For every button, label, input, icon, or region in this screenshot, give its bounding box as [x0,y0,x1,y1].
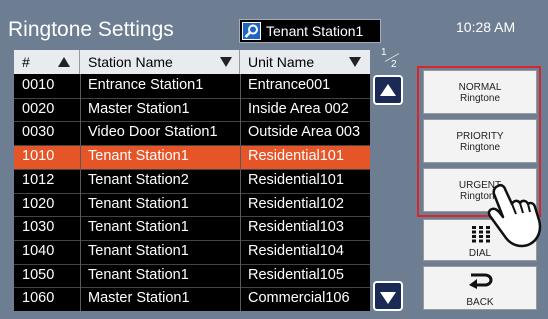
page-total: 2 [391,59,397,70]
back-button[interactable]: BACK [423,266,537,310]
table-cell-num: 1040 [22,242,55,259]
table-cell-station: Master Station1 [88,290,190,307]
table-cell-unit: Outside Area 003 [248,124,361,141]
row-divider [14,263,370,265]
search-value: Tenant Station1 [266,23,364,39]
table-row[interactable]: 0010 Entrance Station1 Entrance001 [14,74,370,98]
table-row[interactable]: 1020 Tenant Station1 Residential102 [14,193,370,217]
hand-pointer-icon [487,183,542,248]
table-row[interactable]: 1060 Master Station1 Commercial106 [14,287,370,311]
sort-descending-icon [220,57,232,67]
table-cell-station: Tenant Station1 [88,195,189,212]
table-cell-unit: Inside Area 002 [248,100,349,117]
column-divider [80,74,81,311]
table-row[interactable]: 1010 Tenant Station1 Residential101 [14,145,370,169]
table-cell-unit: Residential101 [248,148,344,165]
arrow-down-icon [380,292,396,304]
table-header: # Station Name Unit Name [14,50,370,74]
row-divider [14,121,370,123]
sort-ascending-icon [58,57,70,67]
ringtone-settings-screen: Ringtone Settings Tenant Station1 10:28 … [0,0,548,319]
table-row[interactable]: 0020 Master Station1 Inside Area 002 [14,98,370,122]
table-cell-station: Entrance Station1 [88,77,204,93]
table-row[interactable]: 1030 Tenant Station1 Residential103 [14,216,370,240]
clock: 10:28 AM [456,19,516,35]
page-title: Ringtone Settings [8,18,174,41]
table-cell-unit: Residential104 [248,242,344,259]
scroll-down-button[interactable] [373,281,403,311]
back-label: BACK [466,297,494,308]
table-cell-num: 1012 [22,171,55,188]
row-divider [14,287,370,289]
row-divider [14,239,370,241]
table-cell-num: 1020 [22,195,55,212]
table-row[interactable]: 1050 Tenant Station1 Residential105 [14,264,370,288]
column-divider [240,74,241,311]
page-current: 1 [381,47,387,58]
row-divider [14,192,370,194]
table-cell-num: 0020 [22,100,55,117]
table-cell-num: 1060 [22,290,55,307]
table-cell-unit: Residential101 [248,171,344,188]
table-row[interactable]: 1012 Tenant Station2 Residential101 [14,169,370,193]
table-cell-station: Tenant Station1 [88,219,189,236]
row-divider [14,145,370,147]
back-arrow-icon [469,273,493,289]
table-cell-num: 1030 [22,219,55,236]
table-cell-unit: Entrance001 [248,77,331,93]
table-cell-num: 1050 [22,266,55,283]
station-table: # Station Name Unit Name 0010 Entrance St… [14,50,370,311]
table-cell-station: Master Station1 [88,100,190,117]
search-field[interactable]: Tenant Station1 [239,19,381,43]
table-cell-station: Tenant Station1 [88,266,189,283]
column-header-station-name[interactable]: Station Name [80,50,240,74]
table-cell-num: 0030 [22,124,55,141]
column-header-unit-name[interactable]: Unit Name [240,50,370,74]
scroll-up-button[interactable] [373,75,403,105]
table-cell-unit: Residential102 [248,195,344,212]
table-cell-station: Video Door Station1 [88,124,218,141]
sort-descending-icon [349,57,361,67]
page-indicator: 1 2 [378,47,404,71]
table-cell-num: 1010 [22,148,55,165]
row-divider [14,168,370,170]
normal-ringtone-button[interactable]: NORMAL Ringtone [423,70,537,114]
row-divider [14,216,370,218]
table-cell-station: Tenant Station1 [88,148,189,165]
column-header-number[interactable]: # [14,50,80,74]
row-divider [14,97,370,99]
table-cell-station: Tenant Station1 [88,242,189,259]
table-cell-station: Tenant Station2 [88,171,189,188]
priority-ringtone-button[interactable]: PRIORITY Ringtone [423,119,537,163]
table-row[interactable]: 1040 Tenant Station1 Residential104 [14,240,370,264]
table-cell-unit: Residential103 [248,219,344,236]
arrow-up-icon [380,84,396,96]
search-icon[interactable] [242,22,261,40]
table-cell-unit: Residential105 [248,266,344,283]
table-cell-num: 0010 [22,77,55,93]
table-row[interactable]: 0030 Video Door Station1 Outside Area 003 [14,121,370,145]
table-cell-unit: Commercial106 [248,290,350,307]
